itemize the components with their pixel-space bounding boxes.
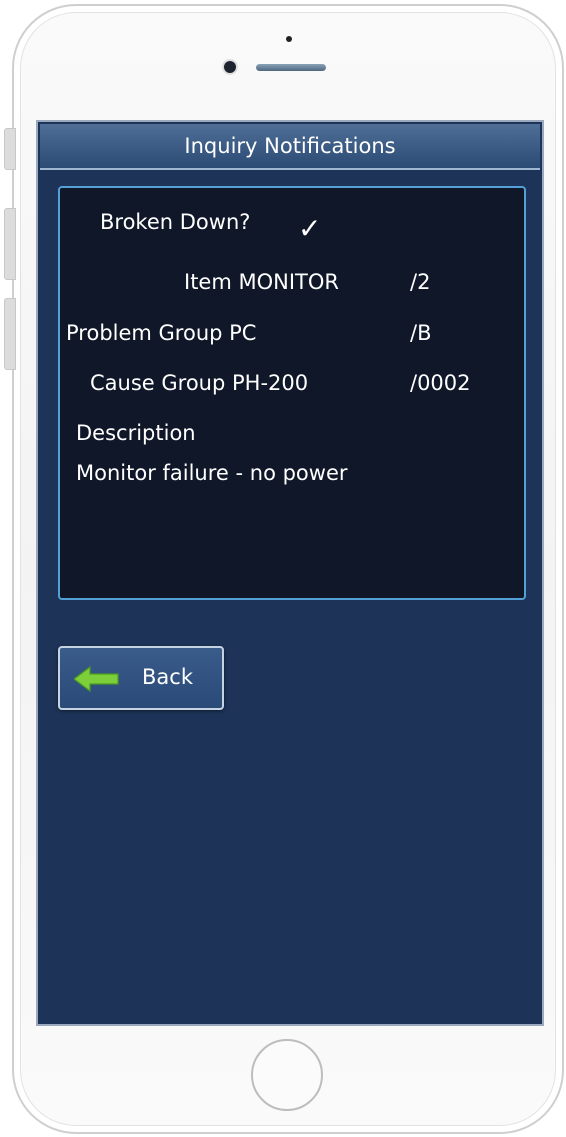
item-label: Item MONITOR xyxy=(184,270,339,294)
cause-group-label: Cause Group PH-200 xyxy=(90,371,309,395)
sensor-dot xyxy=(286,36,292,42)
broken-down-label: Broken Down? xyxy=(100,210,251,234)
speaker-grille xyxy=(256,64,326,71)
cause-group-value: /0002 xyxy=(410,371,471,395)
app-screen: Inquiry Notifications Broken Down? ✓ Ite… xyxy=(36,120,544,1026)
problem-group-value: /B xyxy=(410,321,432,345)
description-value: Monitor failure - no power xyxy=(76,461,348,485)
item-value: /2 xyxy=(410,270,431,294)
broken-down-checkbox[interactable]: ✓ xyxy=(298,212,321,245)
front-camera-icon xyxy=(224,61,236,73)
mute-switch xyxy=(4,128,16,170)
volume-down-button xyxy=(4,298,16,370)
title-bar: Inquiry Notifications xyxy=(40,124,540,170)
notification-panel: Broken Down? ✓ Item MONITOR /2 Problem G… xyxy=(58,186,526,600)
back-button-label: Back xyxy=(142,665,193,689)
problem-group-label: Problem Group PC xyxy=(66,321,257,345)
arrow-left-icon xyxy=(74,666,119,692)
page-title: Inquiry Notifications xyxy=(184,134,396,158)
volume-up-button xyxy=(4,208,16,280)
description-label: Description xyxy=(76,421,196,445)
back-button[interactable]: Back xyxy=(58,646,224,710)
home-button[interactable] xyxy=(251,1039,323,1111)
